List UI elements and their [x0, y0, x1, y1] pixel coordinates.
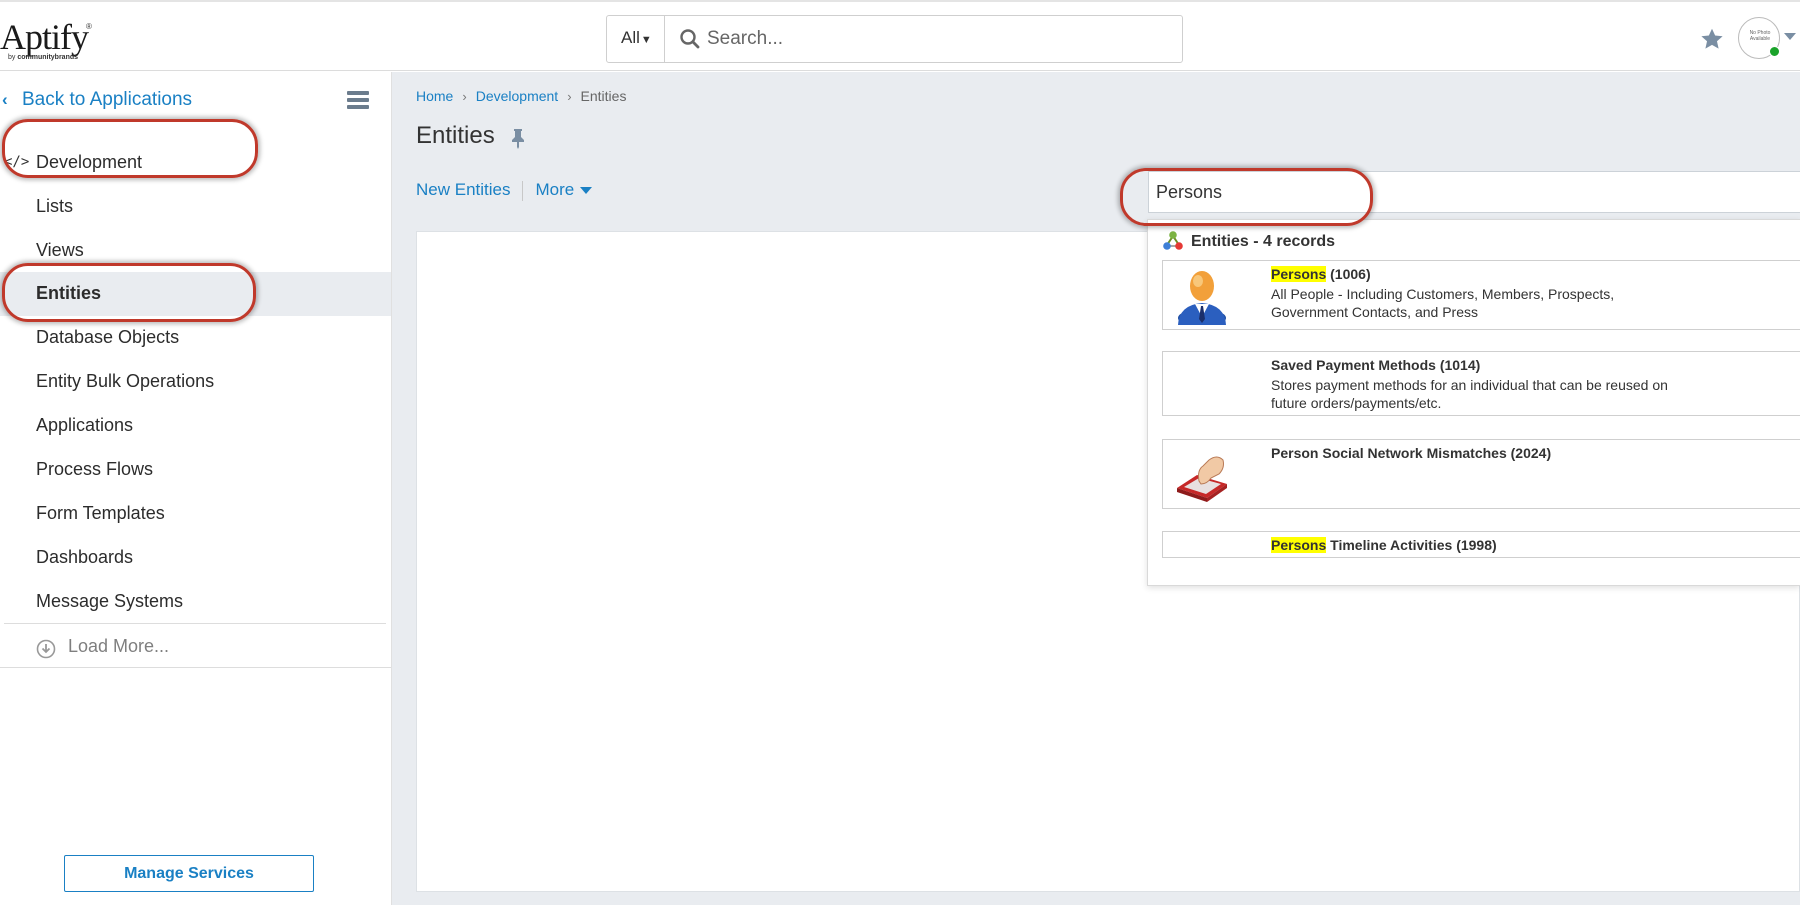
toolbar-divider	[522, 180, 524, 201]
search-icon	[680, 29, 700, 49]
sidebar-item-entity-bulk-operations[interactable]: Entity Bulk Operations	[0, 360, 391, 404]
logo-wordmark: Aptify	[0, 17, 89, 57]
result-item-persons-timeline-activities[interactable]: Persons Timeline Activities (1998)	[1162, 531, 1800, 558]
search-input[interactable]	[707, 24, 1167, 54]
result-item-saved-payment-methods[interactable]: Saved Payment Methods (1014) Stores paym…	[1162, 351, 1800, 416]
caret-down-icon	[580, 187, 593, 195]
manage-services-button[interactable]: Manage Services	[64, 855, 314, 892]
online-status-dot	[1769, 46, 1780, 57]
pin-icon[interactable]	[509, 127, 527, 149]
sidebar-item-label: Views	[36, 240, 84, 260]
result-title: Person Social Network Mismatches (2024)	[1271, 445, 1552, 461]
sidebar-item-label: Entity Bulk Operations	[36, 371, 215, 391]
sidebar-divider	[0, 667, 391, 668]
result-title: Persons Timeline Activities (1998)	[1271, 537, 1497, 553]
entities-toolbar: New Entities More	[416, 180, 593, 201]
chevron-left-icon: ‹	[2, 90, 8, 109]
sidebar-item-label: Applications	[36, 415, 134, 435]
hand-tablet-icon	[1177, 456, 1227, 502]
download-circle-icon	[36, 639, 56, 659]
back-to-applications-link[interactable]: ‹ Back to Applications	[0, 89, 192, 111]
sidebar-item-label: Dashboards	[36, 547, 134, 567]
logo-registered: ®	[86, 22, 92, 31]
favorites-star-icon[interactable]	[1699, 26, 1725, 52]
sidebar-item-applications[interactable]: Applications	[0, 404, 391, 448]
aptify-logo[interactable]: Aptify ® by communitybrands	[0, 16, 100, 66]
main-content: Home › Development › Entities Entities New E…	[392, 72, 1800, 905]
sidebar-item-database-objects[interactable]: Database Objects	[0, 316, 391, 360]
load-more-label: Load More...	[68, 636, 170, 656]
sidebar-item-message-systems[interactable]: Message Systems	[0, 580, 391, 624]
search-scope-dropdown[interactable]: All▼	[607, 16, 665, 62]
entity-search-input[interactable]	[1149, 172, 1749, 212]
entities-network-icon	[1163, 231, 1183, 250]
breadcrumb-home[interactable]: Home	[416, 88, 453, 104]
entity-search-box	[1148, 171, 1800, 213]
sidebar-item-label: Entities	[36, 283, 102, 303]
results-header: Entities - 4 records	[1191, 233, 1336, 250]
sidebar-item-form-templates[interactable]: Form Templates	[0, 492, 391, 536]
sidebar: ‹ Back to Applications </> Development Li…	[0, 72, 392, 905]
result-title: Persons (1006)	[1271, 266, 1371, 282]
load-more-button[interactable]: Load More...	[4, 623, 386, 667]
sidebar-item-lists[interactable]: Lists	[0, 185, 391, 229]
search-scope-label: All	[621, 28, 640, 47]
more-dropdown[interactable]: More	[535, 180, 593, 199]
search-term-highlight: Persons	[1271, 266, 1327, 282]
breadcrumb: Home › Development › Entities	[416, 88, 626, 104]
sidebar-item-label: Development	[36, 152, 143, 172]
search-results-dropdown: Entities - 4 records Persons (1006) All …	[1147, 219, 1800, 586]
avatar-placeholder-text: No Photo Available	[1749, 30, 1771, 42]
breadcrumb-current: Entities	[580, 88, 627, 104]
top-header: Aptify ® by communitybrands All▼ No Phot…	[0, 0, 1800, 71]
logo-tagline: by communitybrands	[8, 54, 79, 61]
sidebar-item-label: Lists	[36, 196, 74, 216]
chevron-right-icon: ›	[567, 89, 572, 104]
search-term-highlight: Persons	[1271, 537, 1327, 553]
breadcrumb-development[interactable]: Development	[476, 88, 559, 104]
sidebar-item-entities[interactable]: Entities	[0, 272, 391, 316]
back-link-label: Back to Applications	[22, 89, 193, 110]
global-search: All▼	[606, 15, 1183, 63]
new-entities-button[interactable]: New Entities	[416, 180, 510, 199]
result-item-persons[interactable]: Persons (1006) All People - Including Cu…	[1162, 260, 1800, 330]
sidebar-item-process-flows[interactable]: Process Flows	[0, 448, 391, 492]
sidebar-item-label: Message Systems	[36, 591, 184, 611]
code-icon: </>	[4, 154, 30, 170]
sidebar-item-dashboards[interactable]: Dashboards	[0, 536, 391, 580]
chevron-right-icon: ›	[462, 89, 467, 104]
more-label: More	[535, 180, 575, 199]
page-title: Entities	[416, 122, 495, 149]
result-item-person-social-network-mismatches[interactable]: Person Social Network Mismatches (2024)	[1162, 439, 1800, 509]
sidebar-item-label: Process Flows	[36, 459, 154, 479]
hamburger-menu-icon[interactable]	[347, 91, 369, 109]
chevron-down-icon: ▼	[640, 34, 652, 46]
sidebar-item-label: Database Objects	[36, 327, 180, 347]
sidebar-item-label: Form Templates	[36, 503, 165, 523]
result-title: Saved Payment Methods (1014)	[1271, 357, 1481, 373]
result-description: Stores payment methods for an individual…	[1271, 377, 1668, 411]
user-avatar[interactable]: No Photo Available	[1738, 17, 1780, 59]
sidebar-item-views[interactable]: Views	[0, 229, 391, 273]
person-icon	[1178, 271, 1226, 325]
sidebar-item-development[interactable]: </> Development	[0, 141, 391, 185]
result-description: All People - Including Customers, Member…	[1271, 286, 1615, 320]
user-menu-chevron-icon[interactable]	[1784, 33, 1796, 40]
